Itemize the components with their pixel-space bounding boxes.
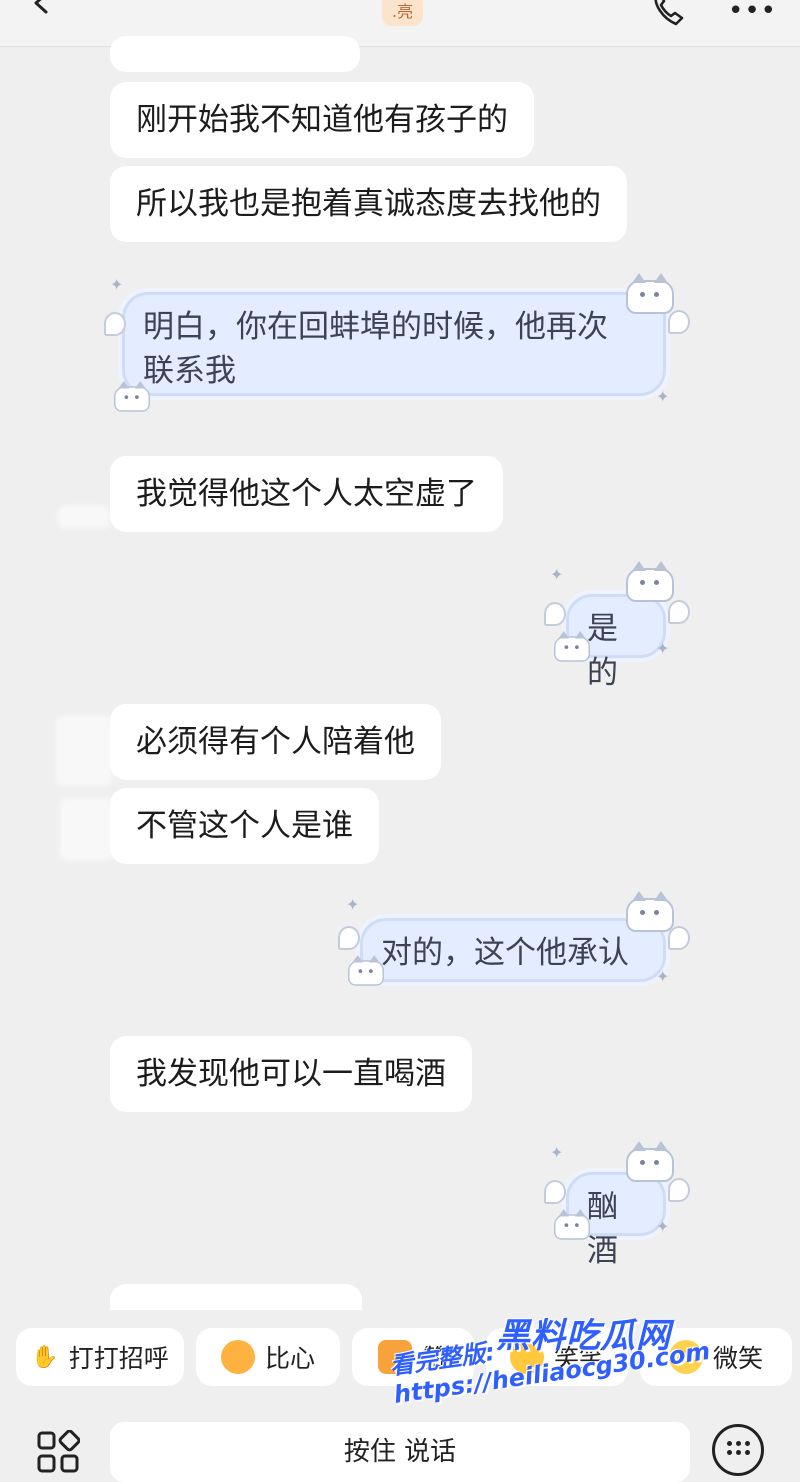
wing-decoration-icon bbox=[104, 312, 126, 336]
redacted-avatar bbox=[56, 716, 112, 786]
redacted-avatar bbox=[58, 506, 110, 528]
sparkle-icon: ✦ bbox=[110, 275, 124, 294]
message-bubble-left[interactable]: 不管这个人是谁 bbox=[110, 788, 379, 864]
quick-reply-wave[interactable]: ✋ 打打招呼 bbox=[16, 1328, 184, 1386]
message-text: 我发现他可以一直喝酒 bbox=[136, 1056, 446, 1092]
cat-sticker-icon bbox=[626, 273, 674, 314]
sparkle-icon: ✦ bbox=[656, 967, 670, 986]
message-bubble-left-partial[interactable] bbox=[110, 36, 360, 72]
message-bubble-left[interactable]: 刚开始我不知道他有孩子的 bbox=[110, 82, 534, 158]
wing-decoration-icon bbox=[668, 310, 690, 334]
sparkle-icon: ✦ bbox=[656, 387, 670, 406]
sparkle-icon: ✦ bbox=[656, 639, 670, 658]
keyboard-icon[interactable] bbox=[712, 1424, 764, 1476]
quick-reply-label: 打打招呼 bbox=[68, 1344, 169, 1373]
more-options-icon[interactable]: ••• bbox=[728, 0, 777, 26]
apps-grid-icon[interactable] bbox=[36, 1430, 80, 1474]
message-text: 必须得有个人陪着他 bbox=[136, 724, 415, 760]
cat-sticker-icon bbox=[554, 631, 590, 662]
chat-area[interactable]: 刚开始我不知道他有孩子的 所以我也是抱着真诚态度去找他的 明白，你在回蚌埠的时候… bbox=[0, 36, 800, 1310]
heart-hands-icon bbox=[220, 1340, 255, 1374]
wave-icon: ✋ bbox=[31, 1344, 59, 1370]
message-text: 我觉得他这个人太空虚了 bbox=[136, 476, 477, 512]
wing-decoration-icon bbox=[338, 926, 360, 950]
phone-call-icon[interactable] bbox=[648, 0, 688, 30]
message-bubble-left-partial[interactable] bbox=[110, 1284, 362, 1310]
message-text: 对的，这个他承认 bbox=[381, 935, 629, 971]
sparkle-icon: ✦ bbox=[550, 1143, 564, 1162]
sparkle-icon: ✦ bbox=[656, 1217, 670, 1236]
redacted-avatar bbox=[60, 798, 114, 860]
wing-decoration-icon bbox=[544, 1180, 566, 1204]
message-bubble-right-sticker[interactable]: 对的，这个他承认 bbox=[360, 918, 666, 982]
sparkle-icon: ✦ bbox=[346, 895, 360, 914]
message-bubble-left[interactable]: 我觉得他这个人太空虚了 bbox=[110, 456, 503, 532]
message-text: 所以我也是抱着真诚态度去找他的 bbox=[136, 186, 601, 222]
back-arrow-icon[interactable] bbox=[30, 0, 52, 14]
message-text: 是的 bbox=[587, 611, 618, 691]
cat-sticker-icon bbox=[626, 891, 674, 932]
message-text: 刚开始我不知道他有孩子的 bbox=[136, 102, 508, 138]
message-text: 联系我 bbox=[143, 353, 236, 389]
cat-sticker-icon bbox=[114, 381, 150, 412]
message-bubble-left[interactable]: 所以我也是抱着真诚态度去找他的 bbox=[110, 166, 627, 242]
input-bar: 按住 说话 bbox=[0, 1410, 800, 1482]
message-text: 明白，你在回蚌埠的时候，他再次 bbox=[143, 309, 608, 345]
cat-sticker-icon bbox=[348, 955, 384, 986]
wing-decoration-icon bbox=[668, 926, 690, 950]
sparkle-icon: ✦ bbox=[550, 565, 564, 584]
cat-sticker-icon bbox=[554, 1209, 590, 1240]
cat-sticker-icon bbox=[626, 1141, 674, 1182]
wing-decoration-icon bbox=[544, 602, 566, 626]
cat-sticker-icon bbox=[626, 561, 674, 602]
wing-decoration-icon bbox=[668, 1178, 690, 1202]
hold-to-talk-button[interactable]: 按住 说话 bbox=[110, 1422, 690, 1482]
message-bubble-right-sticker[interactable]: 明白，你在回蚌埠的时候，他再次 联系我 bbox=[122, 292, 666, 396]
quick-reply-heart[interactable]: 比心 bbox=[196, 1328, 340, 1386]
wing-decoration-icon bbox=[668, 600, 690, 624]
message-text: 不管这个人是谁 bbox=[136, 808, 353, 844]
message-bubble-left[interactable]: 必须得有个人陪着他 bbox=[110, 704, 441, 780]
quick-reply-label: 比心 bbox=[264, 1344, 315, 1373]
contact-name-badge[interactable]: .亮 bbox=[382, 0, 424, 26]
message-text: 酗酒 bbox=[587, 1189, 618, 1269]
message-bubble-left[interactable]: 我发现他可以一直喝酒 bbox=[110, 1036, 472, 1112]
